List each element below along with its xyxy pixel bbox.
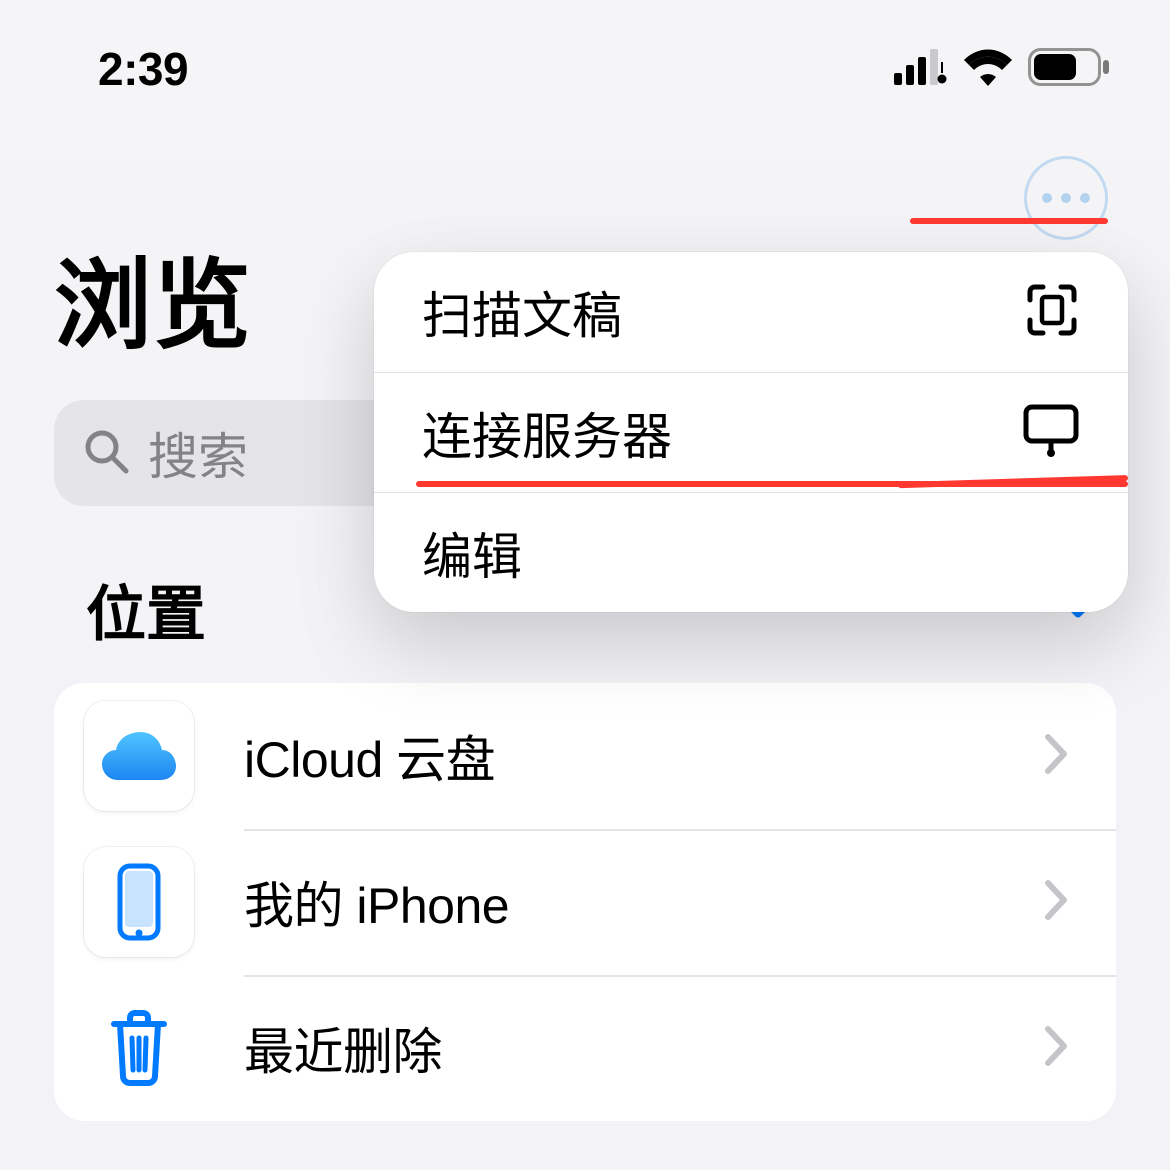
- locations-list: iCloud 云盘 我的 iPhone: [54, 683, 1116, 1121]
- context-menu: 扫描文稿 连接服务器 编辑: [374, 252, 1128, 612]
- cloud-icon: [84, 701, 194, 811]
- row-label: iCloud 云盘: [244, 720, 1044, 792]
- menu-connect-server[interactable]: 连接服务器: [374, 372, 1128, 492]
- search-placeholder: 搜索: [148, 417, 248, 489]
- phone-icon: [84, 847, 194, 957]
- battery-icon: [1028, 48, 1110, 91]
- search-icon: [82, 427, 130, 480]
- location-icloud[interactable]: iCloud 云盘: [54, 683, 1116, 829]
- annotation-line: [416, 481, 1128, 487]
- wifi-icon: [962, 48, 1014, 91]
- annotation-line: [910, 218, 1108, 224]
- scan-icon: [1024, 282, 1080, 343]
- menu-label: 连接服务器: [422, 397, 672, 469]
- menu-edit[interactable]: 编辑: [374, 492, 1128, 612]
- chevron-right-icon: [1044, 733, 1068, 780]
- menu-scan-documents[interactable]: 扫描文稿: [374, 252, 1128, 372]
- server-icon: [1022, 403, 1080, 462]
- more-button[interactable]: [1024, 156, 1108, 240]
- location-recently-deleted[interactable]: 最近删除: [54, 975, 1116, 1121]
- status-bar: 2:39: [0, 0, 1170, 96]
- status-icons: [894, 48, 1110, 91]
- chevron-right-icon: [1044, 879, 1068, 926]
- row-label: 我的 iPhone: [244, 866, 1044, 938]
- location-iphone[interactable]: 我的 iPhone: [54, 829, 1116, 975]
- trash-icon: [84, 993, 194, 1103]
- row-label: 最近删除: [244, 1012, 1044, 1084]
- ellipsis-icon: [1042, 193, 1052, 203]
- status-time: 2:39: [98, 42, 188, 96]
- cellular-icon: [894, 49, 948, 90]
- chevron-right-icon: [1044, 1025, 1068, 1072]
- section-title: 位置: [86, 566, 206, 653]
- menu-label: 编辑: [422, 517, 522, 589]
- menu-label: 扫描文稿: [422, 276, 622, 348]
